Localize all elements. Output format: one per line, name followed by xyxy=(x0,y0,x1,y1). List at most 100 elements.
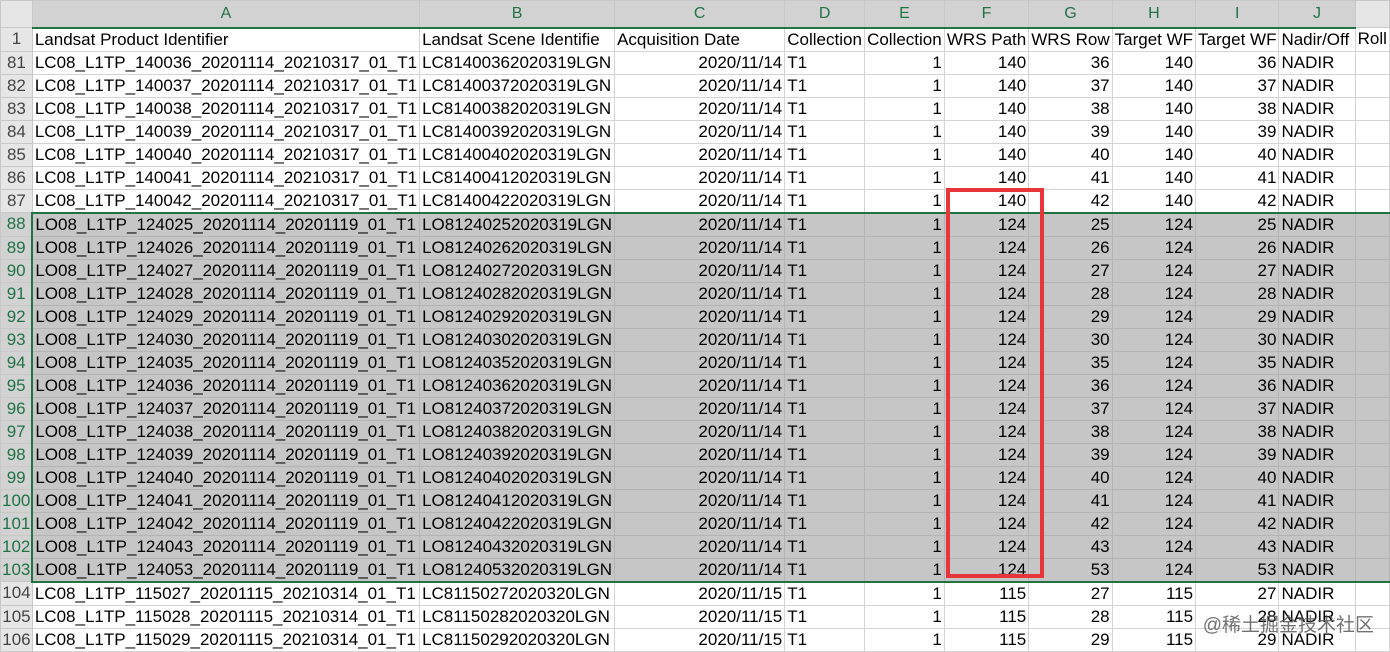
grid-cell[interactable]: LO08_L1TP_124037_20201114_20201119_01_T1 xyxy=(31,396,421,421)
grid-cell[interactable]: 2020/11/14 xyxy=(614,165,786,190)
row-number[interactable]: 105 xyxy=(0,604,33,629)
row-number[interactable]: 98 xyxy=(0,442,34,467)
grid-cell[interactable]: 124 xyxy=(1111,350,1197,375)
grid-cell[interactable]: NADIR xyxy=(1278,327,1356,352)
grid-cell[interactable]: LO81240352020319LGN xyxy=(419,350,616,375)
grid-cell[interactable]: 140 xyxy=(943,142,1030,167)
grid-cell[interactable]: 30 xyxy=(1028,327,1113,352)
grid-cell[interactable]: 2020/11/14 xyxy=(614,50,786,75)
grid-cell[interactable]: 140 xyxy=(943,188,1030,213)
grid-cell[interactable]: NADIR xyxy=(1278,188,1356,213)
grid-cell[interactable]: T1 xyxy=(784,327,866,352)
grid-cell[interactable]: LC08_L1TP_140041_20201114_20210317_01_T1 xyxy=(31,165,421,190)
grid-cell[interactable]: 53 xyxy=(1028,557,1113,583)
grid-cell[interactable]: LO81240292020319LGN xyxy=(419,304,616,329)
grid-cell[interactable] xyxy=(1354,235,1390,260)
grid-cell[interactable]: 1 xyxy=(864,165,945,190)
column-header-a[interactable]: A xyxy=(31,0,421,29)
grid-cell[interactable]: 1 xyxy=(864,258,945,283)
row-number[interactable]: 102 xyxy=(0,534,34,559)
column-header-k[interactable] xyxy=(1354,0,1390,28)
grid-cell[interactable]: LC81400422020319LGN xyxy=(419,188,616,213)
grid-cell[interactable]: T1 xyxy=(784,604,866,629)
grid-cell[interactable]: T1 xyxy=(784,465,866,490)
grid-cell[interactable]: 2020/11/15 xyxy=(614,627,786,652)
grid-cell[interactable]: 28 xyxy=(1028,281,1113,306)
grid-cell[interactable]: 29 xyxy=(1195,304,1280,329)
column-header-f[interactable]: F xyxy=(943,0,1030,29)
grid-cell[interactable]: 124 xyxy=(943,511,1030,536)
grid-cell[interactable]: 38 xyxy=(1195,96,1280,121)
grid-cell[interactable]: 1 xyxy=(864,281,945,306)
column-header-d[interactable]: D xyxy=(784,0,866,29)
grid-cell[interactable]: 37 xyxy=(1028,396,1113,421)
grid-cell[interactable]: 124 xyxy=(1111,557,1197,583)
grid-cell[interactable]: NADIR xyxy=(1278,557,1356,583)
grid-cell[interactable]: 115 xyxy=(1111,581,1197,606)
grid-cell[interactable] xyxy=(1354,281,1390,306)
row-number[interactable]: 96 xyxy=(0,396,34,421)
grid-cell[interactable]: 124 xyxy=(943,327,1030,352)
grid-cell[interactable]: 40 xyxy=(1028,142,1113,167)
grid-cell[interactable]: T1 xyxy=(784,557,866,583)
grid-cell[interactable]: 124 xyxy=(943,465,1030,490)
grid-cell[interactable]: 115 xyxy=(943,627,1030,652)
grid-cell[interactable]: LC08_L1TP_140038_20201114_20210317_01_T1 xyxy=(31,96,421,121)
grid-cell[interactable] xyxy=(1354,50,1390,75)
grid-cell[interactable]: 42 xyxy=(1195,188,1280,213)
grid-cell[interactable]: 28 xyxy=(1195,281,1280,306)
grid-cell[interactable]: 124 xyxy=(1111,327,1197,352)
row-number[interactable]: 86 xyxy=(0,165,33,190)
grid-cell[interactable]: 1 xyxy=(864,581,945,606)
grid-cell[interactable]: LO81240402020319LGN xyxy=(419,465,616,490)
grid-cell[interactable]: LO81240282020319LGN xyxy=(419,281,616,306)
grid-cell[interactable]: 1 xyxy=(864,235,945,260)
grid-cell[interactable]: 39 xyxy=(1195,442,1280,467)
grid-cell[interactable]: LO81240302020319LGN xyxy=(419,327,616,352)
grid-cell[interactable]: 40 xyxy=(1195,465,1280,490)
column-header-h[interactable]: H xyxy=(1111,0,1197,29)
grid-cell[interactable]: NADIR xyxy=(1278,235,1356,260)
grid-cell[interactable]: 37 xyxy=(1195,73,1280,98)
grid-cell[interactable]: 124 xyxy=(1111,511,1197,536)
grid-cell[interactable] xyxy=(1354,488,1390,513)
grid-cell[interactable]: LC81400412020319LGN xyxy=(419,165,616,190)
grid-cell[interactable]: 26 xyxy=(1195,235,1280,260)
grid-cell[interactable]: 140 xyxy=(943,73,1030,98)
row-number[interactable]: 82 xyxy=(0,73,33,98)
grid-cell[interactable]: T1 xyxy=(784,119,866,144)
grid-cell[interactable]: 35 xyxy=(1195,350,1280,375)
grid-cell[interactable]: 2020/11/14 xyxy=(614,419,786,444)
grid-cell[interactable]: 124 xyxy=(1111,396,1197,421)
column-title-cell[interactable]: Landsat Product Identifier xyxy=(31,27,421,52)
grid-cell[interactable]: 1 xyxy=(864,73,945,98)
grid-cell[interactable]: 2020/11/14 xyxy=(614,258,786,283)
grid-cell[interactable] xyxy=(1354,211,1390,237)
grid-cell[interactable]: 1 xyxy=(864,119,945,144)
grid-cell[interactable]: 29 xyxy=(1028,304,1113,329)
grid-cell[interactable]: 1 xyxy=(864,604,945,629)
grid-cell[interactable]: 124 xyxy=(943,488,1030,513)
grid-cell[interactable]: T1 xyxy=(784,73,866,98)
grid-cell[interactable]: 124 xyxy=(1111,373,1197,398)
grid-cell[interactable]: LO08_L1TP_124038_20201114_20201119_01_T1 xyxy=(31,419,421,444)
grid-cell[interactable]: 1 xyxy=(864,96,945,121)
grid-cell[interactable] xyxy=(1354,96,1390,121)
grid-cell[interactable]: LO08_L1TP_124027_20201114_20201119_01_T1 xyxy=(31,258,421,283)
row-number[interactable]: 84 xyxy=(0,119,33,144)
row-number[interactable]: 94 xyxy=(0,350,34,375)
grid-cell[interactable]: LO08_L1TP_124053_20201114_20201119_01_T1 xyxy=(31,557,421,583)
grid-cell[interactable]: NADIR xyxy=(1278,165,1356,190)
grid-cell[interactable]: 124 xyxy=(1111,534,1197,559)
row-number[interactable]: 88 xyxy=(0,212,34,237)
grid-cell[interactable] xyxy=(1354,442,1390,467)
grid-cell[interactable]: 35 xyxy=(1028,350,1113,375)
grid-cell[interactable]: 2020/11/14 xyxy=(614,465,786,490)
grid-cell[interactable] xyxy=(1354,581,1390,606)
grid-cell[interactable]: T1 xyxy=(784,488,866,513)
grid-cell[interactable]: LO81240272020319LGN xyxy=(419,258,616,283)
column-title-cell[interactable]: Target WF xyxy=(1111,27,1197,52)
grid-cell[interactable]: 124 xyxy=(943,534,1030,559)
grid-cell[interactable]: 1 xyxy=(864,557,945,583)
row-number[interactable]: 93 xyxy=(0,327,34,352)
